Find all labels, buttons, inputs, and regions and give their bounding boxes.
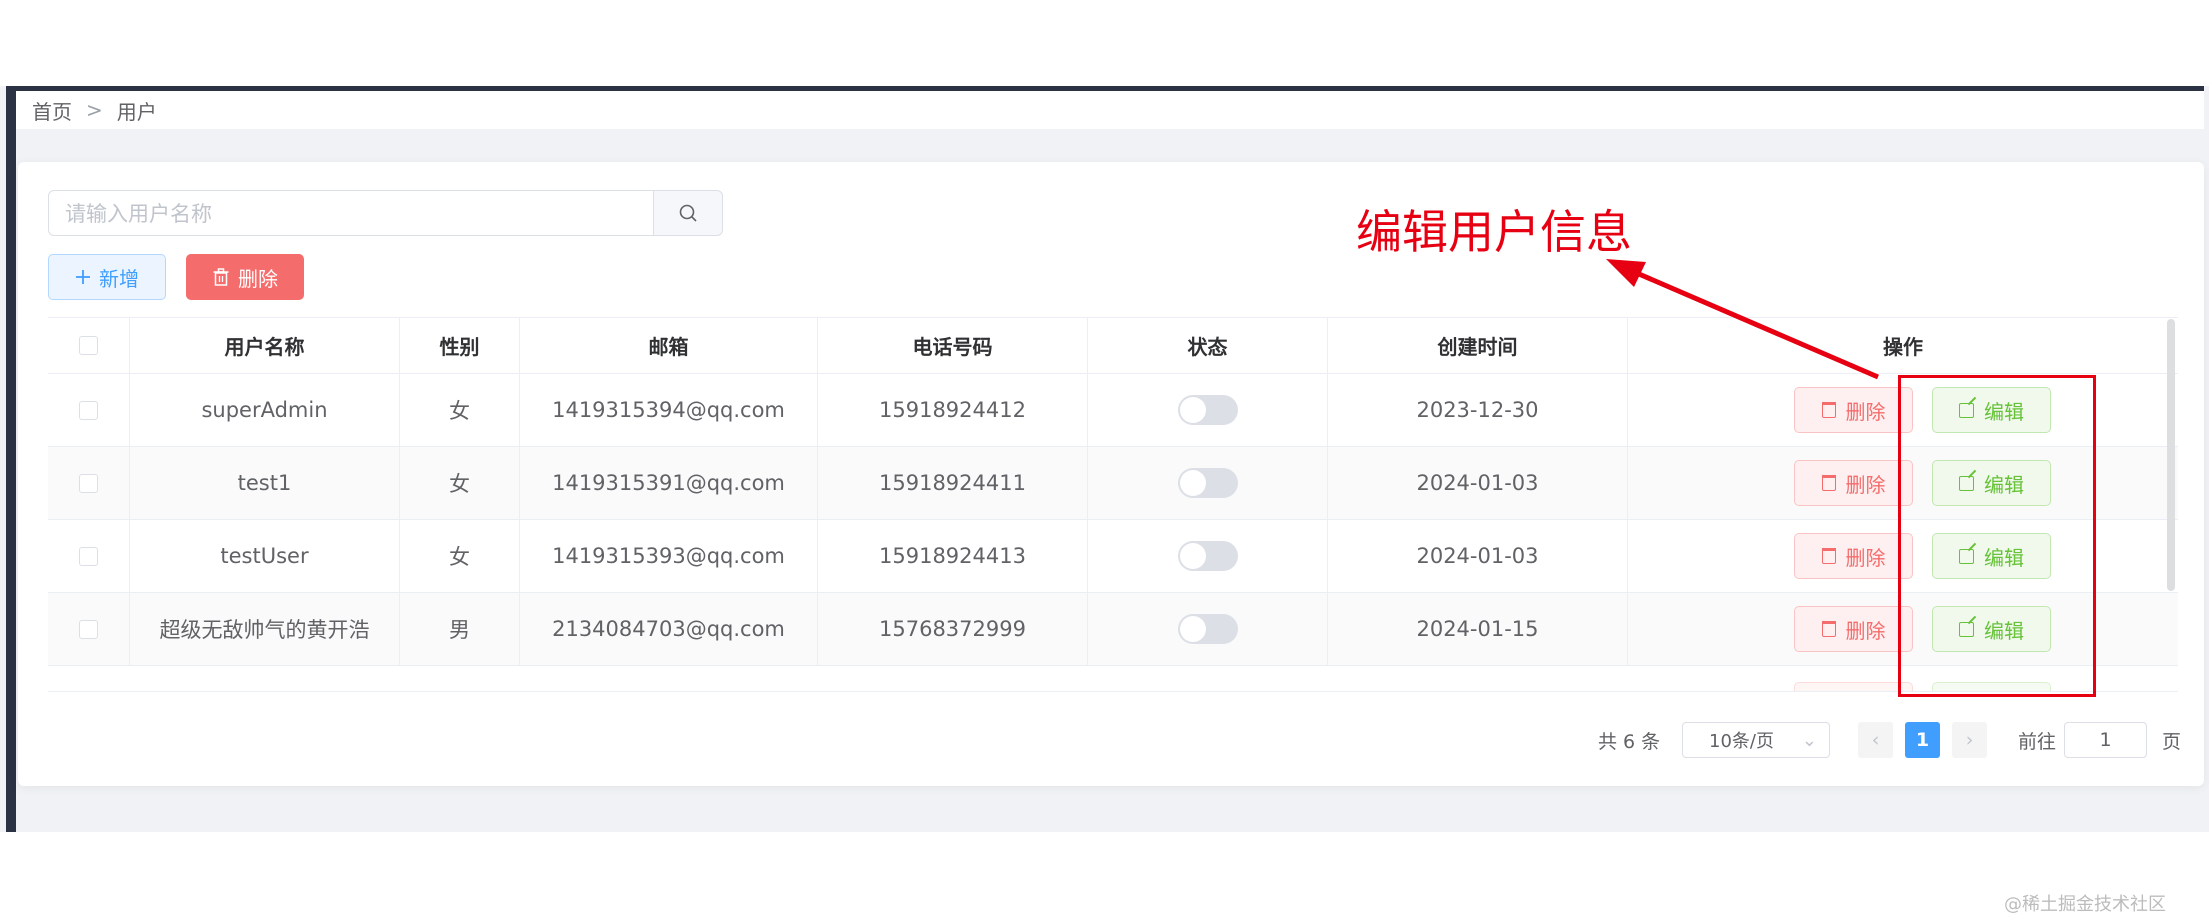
cell-phone: 15918924412	[818, 374, 1088, 446]
cell-username: superAdmin	[130, 374, 400, 446]
page-number-current[interactable]: 1	[1905, 722, 1940, 758]
search-input[interactable]: 请输入用户名称	[48, 190, 654, 236]
row-delete-button[interactable]: 删除	[1794, 387, 1913, 433]
trash-icon	[1821, 621, 1836, 637]
status-switch[interactable]	[1177, 614, 1238, 644]
header-created: 创建时间	[1328, 318, 1628, 373]
row-checkbox[interactable]	[79, 619, 98, 639]
row-delete-button[interactable]	[1794, 682, 1913, 691]
cell-phone: 15768372999	[818, 593, 1088, 665]
select-all-checkbox[interactable]	[79, 336, 98, 355]
add-button-label: 新增	[99, 266, 139, 291]
cell-gender: 女	[400, 447, 520, 519]
row-delete-label: 删除	[1845, 618, 1886, 643]
cell-username: test1	[130, 447, 400, 519]
goto-suffix: 页	[2162, 730, 2182, 753]
breadcrumb-separator: >	[86, 98, 103, 122]
sidebar-edge	[6, 86, 16, 832]
cell-status	[1088, 447, 1328, 519]
header-actions: 操作	[1883, 335, 1923, 359]
goto-label: 前往	[2018, 730, 2057, 753]
next-page-button[interactable]: ›	[1952, 722, 1987, 758]
trash-icon	[1821, 475, 1836, 491]
status-switch[interactable]	[1177, 395, 1238, 425]
header-status: 状态	[1088, 318, 1328, 373]
status-switch[interactable]	[1177, 541, 1238, 571]
cell-gender: 女	[400, 374, 520, 446]
user-table: 用户名称 性别 邮箱 电话号码 状态 创建时间 操作 superAdmin 女 …	[48, 317, 2178, 691]
header-gender: 性别	[400, 318, 520, 373]
row-delete-label: 删除	[1845, 545, 1886, 570]
row-delete-button[interactable]: 删除	[1794, 606, 1913, 652]
table-row: 超级无敌帅气的黄开浩 男 2134084703@qq.com 157683729…	[48, 593, 2178, 666]
prev-page-button[interactable]: ‹	[1858, 722, 1893, 758]
plus-icon	[76, 270, 90, 284]
cell-email: 2134084703@qq.com	[520, 593, 818, 665]
breadcrumb-current: 用户	[116, 99, 157, 124]
cell-email: 1419315394@qq.com	[520, 374, 818, 446]
cell-email: 1419315391@qq.com	[520, 447, 818, 519]
header-select-cell	[48, 318, 130, 373]
table-header: 用户名称 性别 邮箱 电话号码 状态 创建时间 操作	[48, 317, 2178, 374]
row-select-cell	[48, 593, 130, 665]
chevron-right-icon: ›	[1965, 729, 1974, 751]
user-card: 请输入用户名称 新增 删除 用户名称 性别 邮箱 电话号码 状态 创建时间 操作…	[18, 162, 2204, 786]
cell-created: 2023-12-30	[1328, 374, 1628, 446]
row-select-cell	[48, 447, 130, 519]
breadcrumb: 首页 > 用户	[16, 91, 2204, 129]
cell-username: 超级无敌帅气的黄开浩	[130, 593, 400, 665]
annotation-highlight-box	[1898, 375, 2096, 697]
table-row: test1 女 1419315391@qq.com 15918924411 20…	[48, 447, 2178, 520]
table-bottom-border	[48, 691, 2178, 692]
table-row: superAdmin 女 1419315394@qq.com 159189244…	[48, 374, 2178, 447]
row-select-cell	[48, 520, 130, 592]
cell-created: 2024-01-03	[1328, 447, 1628, 519]
row-delete-button[interactable]: 删除	[1794, 460, 1913, 506]
table-row-partial	[48, 666, 2178, 691]
header-username: 用户名称	[130, 318, 400, 373]
search-button[interactable]	[654, 190, 723, 236]
table-scrollbar[interactable]	[2167, 319, 2175, 591]
row-checkbox[interactable]	[79, 473, 98, 493]
row-delete-label: 删除	[1845, 472, 1886, 497]
watermark: @稀土掘金技术社区	[2004, 894, 2166, 915]
batch-delete-button[interactable]: 删除	[186, 254, 304, 300]
pagination-total: 共 6 条	[1598, 730, 1661, 753]
goto-page-input[interactable]: 1	[2064, 722, 2147, 758]
status-switch[interactable]	[1177, 468, 1238, 498]
cell-gender: 女	[400, 520, 520, 592]
page-size-select[interactable]: 10条/页 ⌄	[1682, 722, 1830, 758]
trash-icon	[1821, 548, 1836, 564]
row-delete-button[interactable]: 删除	[1794, 533, 1913, 579]
header-email: 邮箱	[520, 318, 818, 373]
cell-status	[1088, 520, 1328, 592]
search-icon	[679, 204, 697, 222]
table-row: testUser 女 1419315393@qq.com 15918924413…	[48, 520, 2178, 593]
cell-username: testUser	[130, 520, 400, 592]
cell-created: 2024-01-15	[1328, 593, 1628, 665]
trash-icon	[1821, 402, 1836, 418]
cell-gender: 男	[400, 593, 520, 665]
cell-status	[1088, 593, 1328, 665]
page-size-value: 10条/页	[1709, 731, 1774, 752]
batch-delete-label: 删除	[238, 266, 278, 291]
header-phone: 电话号码	[818, 318, 1088, 373]
cell-phone: 15918924413	[818, 520, 1088, 592]
row-delete-label: 删除	[1845, 399, 1886, 424]
row-checkbox[interactable]	[79, 546, 98, 566]
chevron-down-icon: ⌄	[1801, 729, 1817, 751]
chevron-left-icon: ‹	[1871, 729, 1880, 751]
add-button[interactable]: 新增	[48, 254, 166, 300]
trash-icon	[213, 268, 229, 286]
cell-status	[1088, 374, 1328, 446]
cell-email: 1419315393@qq.com	[520, 520, 818, 592]
row-checkbox[interactable]	[79, 400, 98, 420]
annotation-label: 编辑用户信息	[1356, 205, 1632, 259]
breadcrumb-home[interactable]: 首页	[32, 96, 72, 125]
cell-phone: 15918924411	[818, 447, 1088, 519]
cell-created: 2024-01-03	[1328, 520, 1628, 592]
row-select-cell	[48, 374, 130, 446]
